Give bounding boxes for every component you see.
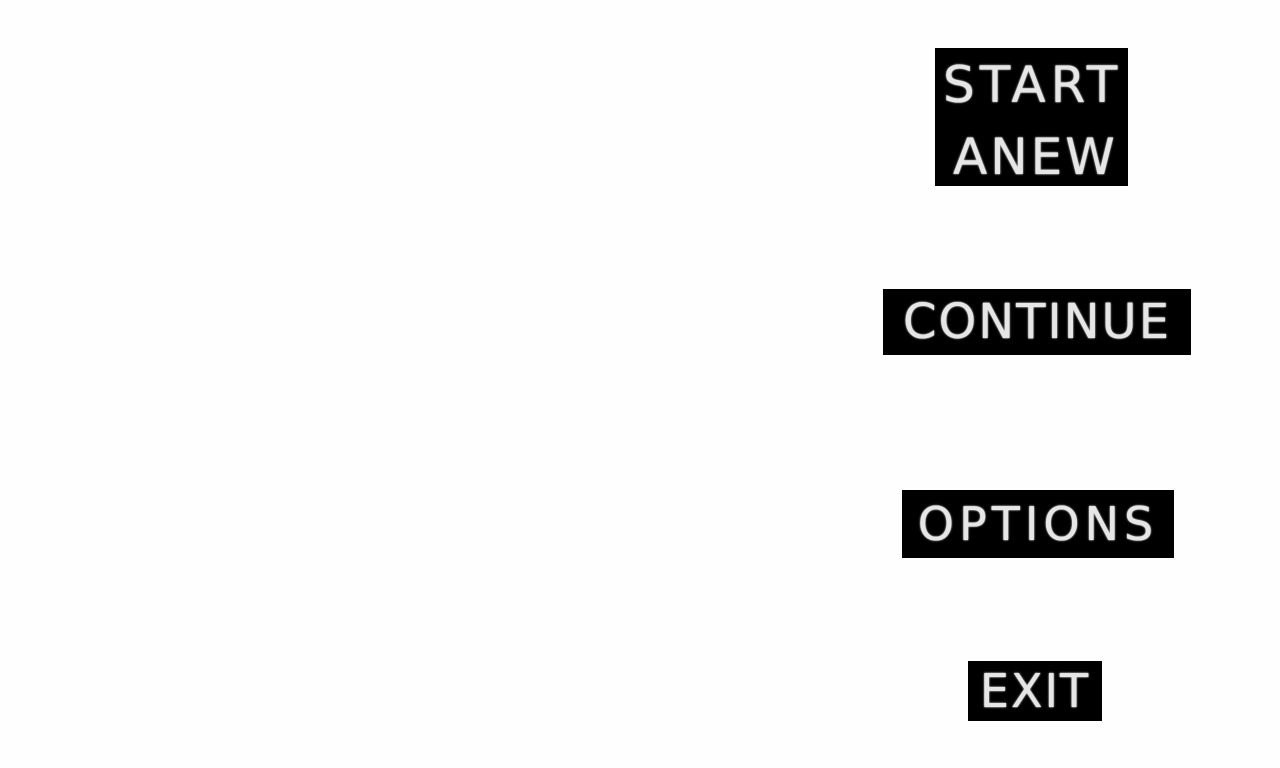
continue-button[interactable]: CONTINUE bbox=[883, 289, 1191, 355]
exit-label: EXIT bbox=[979, 664, 1091, 718]
options-label: OPTIONS bbox=[917, 497, 1159, 551]
start-anew-button[interactable]: START ANEW bbox=[935, 48, 1128, 186]
exit-button[interactable]: EXIT bbox=[968, 661, 1102, 721]
start-anew-label-line1: START bbox=[943, 56, 1123, 114]
main-menu-screen: START ANEW CONTINUE OPTIONS EXIT bbox=[0, 0, 1280, 768]
continue-label: CONTINUE bbox=[902, 294, 1172, 350]
start-anew-label-line2: ANEW bbox=[953, 128, 1118, 186]
options-button[interactable]: OPTIONS bbox=[902, 490, 1174, 558]
